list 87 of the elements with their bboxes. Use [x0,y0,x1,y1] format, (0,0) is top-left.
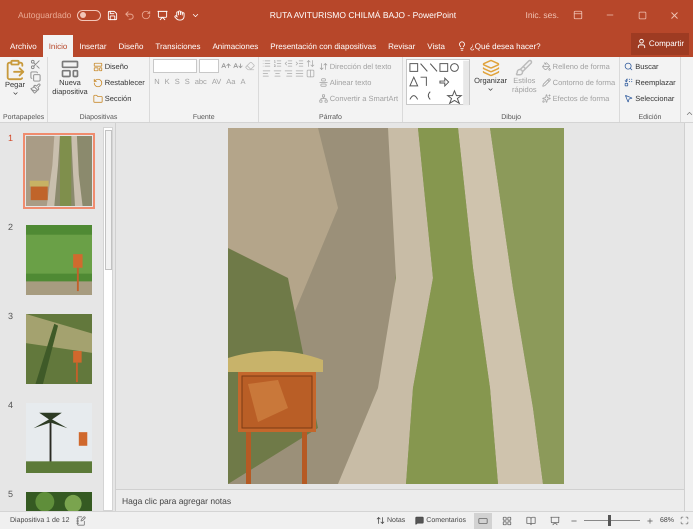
pencil-icon [542,78,551,87]
grow-font-icon[interactable] [220,61,231,71]
eraser-icon[interactable] [244,61,255,71]
slide-thumbnail[interactable] [23,133,95,209]
cut-icon[interactable] [30,59,41,70]
shrink-font-icon[interactable] [232,61,243,71]
columns-icon[interactable] [306,69,315,78]
redo-icon[interactable] [141,10,152,20]
arrows-icon [376,516,385,525]
presentation-icon[interactable] [157,10,168,20]
notebook-icon[interactable] [76,516,86,526]
shapes-drawing [407,60,470,106]
brush-icon [515,59,534,77]
slide-thumbnail[interactable] [23,311,95,387]
align-left-icon[interactable] [262,69,271,78]
caret-icon [487,86,494,92]
justify-icon[interactable] [294,69,304,78]
slide-number: 3 [8,311,14,321]
restore-icon [638,10,646,20]
person-icon [636,38,647,49]
align-text-icon [318,78,328,87]
presentation-icon [550,516,560,526]
copy-icon[interactable] [30,71,41,82]
notes-placeholder[interactable]: Haga clic para agregar notas [122,496,232,506]
lightbulb-icon [456,41,467,51]
scrollbar[interactable] [684,123,693,511]
normal-view-icon [478,516,488,526]
numbering-icon[interactable] [272,59,282,68]
view-button[interactable] [474,512,492,528]
ribbon-tab[interactable]: Vista [421,35,451,57]
smartart-icon [318,94,328,103]
font-name-field[interactable] [152,59,197,73]
line-spacing-icon[interactable] [306,59,315,68]
bullets-icon[interactable] [262,59,271,68]
ribbon-tab[interactable]: Archivo [4,35,43,57]
increase-indent-icon[interactable] [294,59,304,68]
slide-number: 4 [8,400,14,410]
fit-slide-icon[interactable] [680,516,689,525]
replace-icon [624,78,634,87]
paintbrush-icon[interactable] [30,83,41,94]
font-size-field[interactable] [198,59,219,73]
decrease-indent-icon[interactable] [284,59,293,68]
comment-icon [415,516,424,525]
slide-thumbnail[interactable] [23,222,95,298]
sparkles-icon [542,94,551,103]
hand-icon[interactable] [174,10,186,20]
slide-thumbnail[interactable] [23,400,95,476]
layout-icon [92,62,103,72]
book-icon [526,516,536,526]
close-icon [668,10,680,20]
autosave-toggle[interactable] [77,10,102,20]
caret-icon [12,90,18,96]
slide-number: 1 [8,133,14,143]
align-center-icon[interactable] [272,69,282,78]
folder-icon [92,94,103,104]
paint-bucket-icon [542,62,551,71]
slide-icon [60,59,80,79]
share-button[interactable]: Compartir [630,32,689,54]
sign-in-link[interactable]: Inic. ses. [525,10,559,20]
zoom-thumb[interactable] [608,515,612,526]
pointer-icon [624,94,634,103]
ribbon-tab[interactable]: Insertar [73,35,112,57]
ribbon-tab[interactable]: Diseño [112,35,150,57]
zoom-in-icon[interactable] [646,516,654,524]
ribbon-tab[interactable]: Transiciones [149,35,206,57]
slide-number: 2 [8,222,14,232]
text-direction-icon [318,62,328,71]
undo-icon[interactable] [124,10,136,20]
tell-me-button[interactable]: ¿Qué desea hacer? [450,35,547,57]
collapse-ribbon-icon[interactable] [684,109,693,118]
save-icon[interactable] [107,10,118,20]
grid-icon [502,516,512,526]
clipboard-icon [4,59,26,81]
ribbon-tab[interactable]: Revisar [382,35,422,57]
ribbon-tab[interactable]: Animaciones [206,35,264,57]
ribbon-tab[interactable]: Presentación con diapositivas [264,35,382,57]
scrollbar[interactable] [103,127,113,511]
autosave-label: Autoguardado [18,10,72,20]
reset-icon [92,78,103,88]
layers-icon [482,59,500,77]
window-icon [573,10,583,20]
ribbon-tab[interactable]: Inicio [42,35,74,57]
window-title: RUTA AVITURISMO CHILMÁ BAJO - PowerPoint [268,10,458,20]
slide-number: 5 [8,489,14,499]
shapes-gallery[interactable] [406,59,470,105]
align-right-icon[interactable] [284,69,293,78]
search-icon [624,62,634,71]
